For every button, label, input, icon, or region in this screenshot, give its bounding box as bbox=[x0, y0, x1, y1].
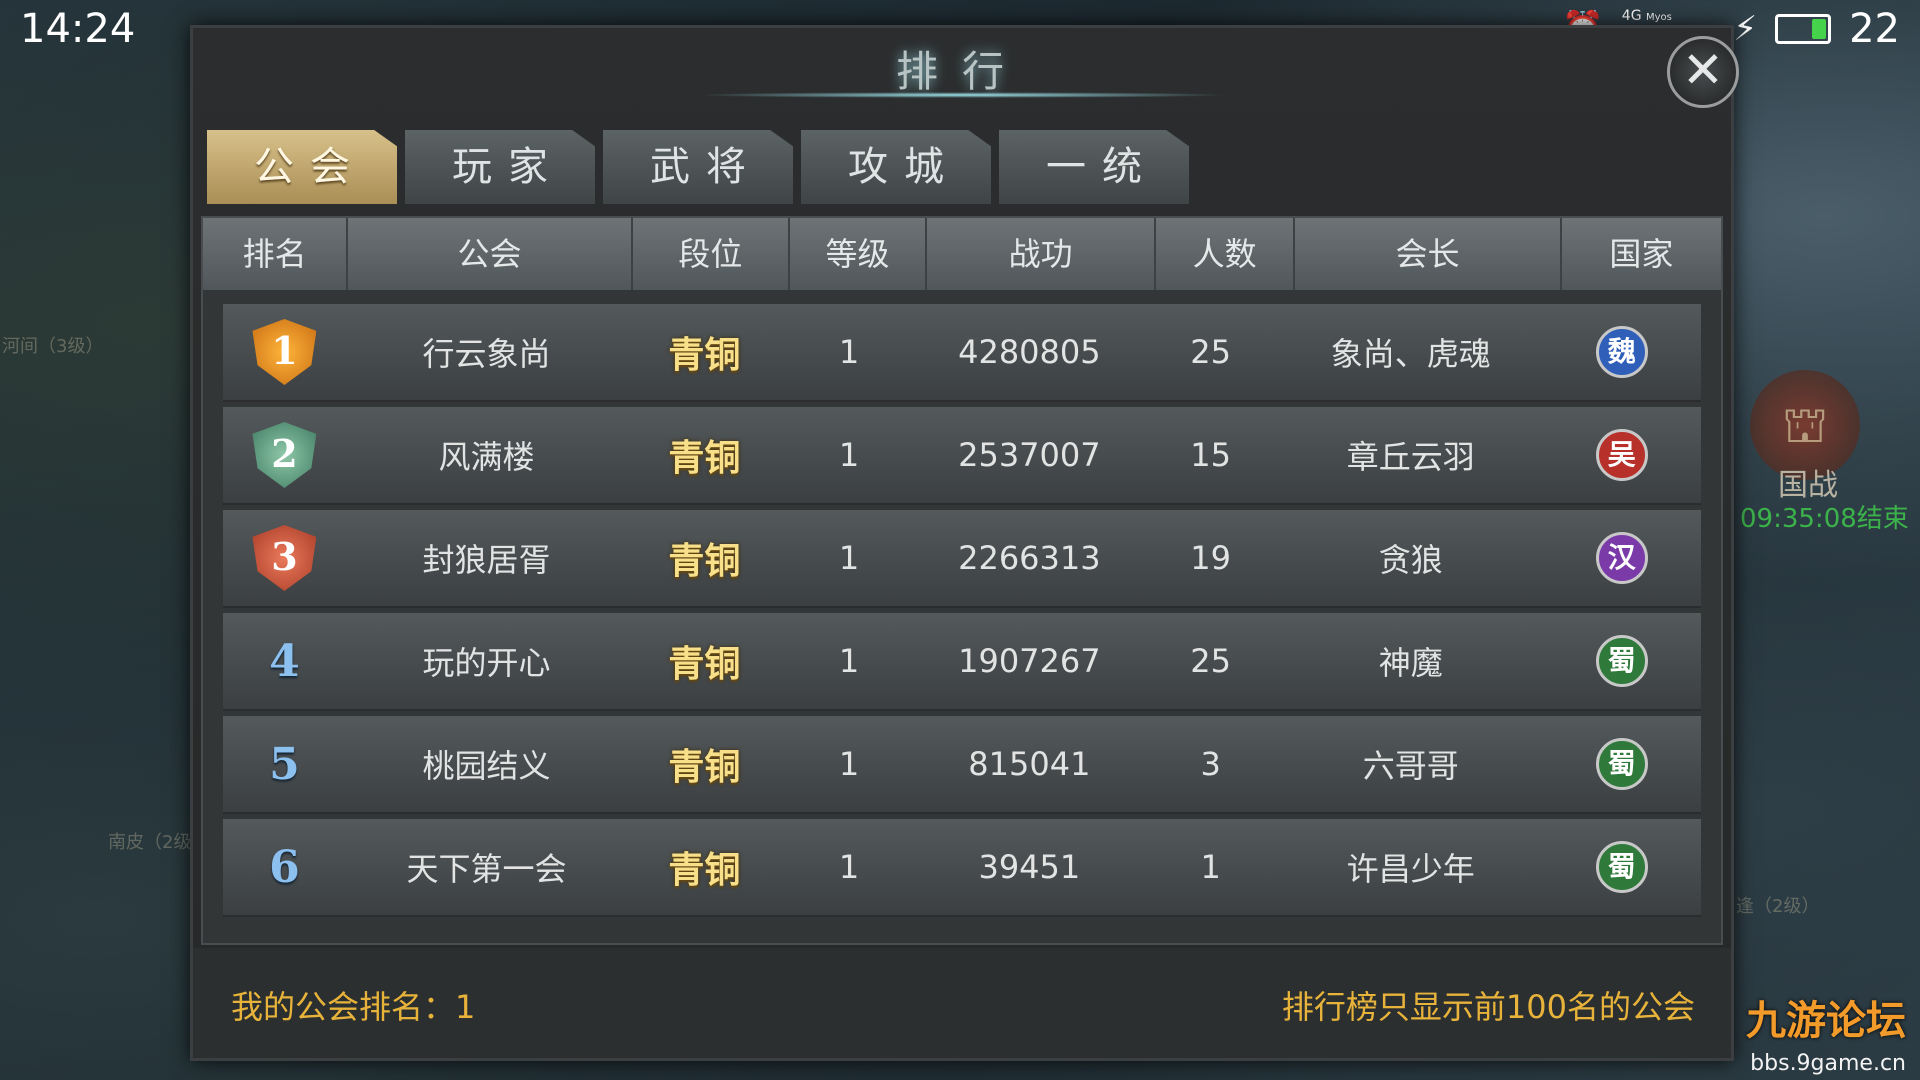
close-button[interactable]: ✕ bbox=[1667, 36, 1739, 108]
guild-merit: 815041 bbox=[968, 745, 1091, 783]
header-level: 等级 bbox=[790, 218, 928, 290]
header-merit: 战功 bbox=[927, 218, 1156, 290]
guild-leader: 贪狼 bbox=[1378, 541, 1443, 579]
ranking-panel: 排行 ✕ 公会 玩家 武将 攻城 一统 排名 公会 段位 等级 战功 人数 会长… bbox=[190, 25, 1739, 1061]
guild-tier: 青铜 bbox=[668, 850, 741, 891]
ranking-tabs: 公会 玩家 武将 攻城 一统 bbox=[207, 130, 1189, 204]
guild-merit: 2266313 bbox=[958, 539, 1101, 577]
watermark-url: bbs.9game.cn bbox=[1750, 1051, 1906, 1076]
battery-icon bbox=[1775, 14, 1832, 44]
guild-leader: 神魔 bbox=[1378, 644, 1443, 682]
header-leader: 会长 bbox=[1295, 218, 1562, 290]
tab-guild[interactable]: 公会 bbox=[207, 130, 397, 204]
guild-members: 25 bbox=[1190, 642, 1231, 680]
guild-name: 玩的开心 bbox=[422, 644, 551, 682]
tab-general[interactable]: 武将 bbox=[603, 130, 793, 204]
close-icon: ✕ bbox=[1682, 41, 1724, 99]
ranking-note: 排行榜只显示前100名的公会 bbox=[1281, 988, 1695, 1026]
guild-tier: 青铜 bbox=[668, 747, 741, 788]
lightning-icon: ⚡ bbox=[1733, 9, 1758, 49]
table-row[interactable]: 4 玩的开心 青铜 1 1907267 25 神魔 蜀 bbox=[223, 613, 1701, 711]
table-rows: 1 行云象尚 青铜 1 4280805 25 象尚、虎魂 魏 2 风满楼 青铜 … bbox=[223, 304, 1701, 922]
table-row[interactable]: 1 行云象尚 青铜 1 4280805 25 象尚、虎魂 魏 bbox=[223, 304, 1701, 402]
panel-footer: 我的公会排名：1 排行榜只显示前100名的公会 bbox=[193, 948, 1731, 1058]
tab-siege[interactable]: 攻城 bbox=[801, 130, 991, 204]
rank-number: 5 bbox=[269, 738, 300, 790]
guild-name: 桃园结义 bbox=[422, 747, 551, 785]
bronze-medal-icon: 3 bbox=[252, 525, 317, 591]
country-badge: 蜀 bbox=[1595, 841, 1648, 893]
status-time: 14:24 bbox=[20, 6, 136, 52]
watermark-logo: 九游论坛 bbox=[1746, 998, 1906, 1044]
guild-level: 1 bbox=[838, 848, 860, 886]
guild-tier: 青铜 bbox=[668, 335, 741, 376]
guild-name: 封狼居胥 bbox=[422, 541, 551, 579]
title-glow bbox=[693, 92, 1231, 98]
rank-number: 6 bbox=[269, 841, 300, 893]
table-row[interactable]: 2 风满楼 青铜 1 2537007 15 章丘云羽 吴 bbox=[223, 407, 1701, 505]
tab-player[interactable]: 玩家 bbox=[405, 130, 595, 204]
header-tier: 段位 bbox=[633, 218, 790, 290]
guild-level: 1 bbox=[838, 539, 860, 577]
ranking-table: 排名 公会 段位 等级 战功 人数 会长 国家 1 行云象尚 青铜 1 4280… bbox=[201, 216, 1723, 945]
guild-merit: 1907267 bbox=[958, 642, 1101, 680]
nation-war-timer: 09:35:08结束 bbox=[1740, 504, 1909, 534]
country-badge: 蜀 bbox=[1595, 635, 1648, 687]
header-rank: 排名 bbox=[203, 218, 349, 290]
guild-members: 1 bbox=[1200, 848, 1221, 886]
guild-tier: 青铜 bbox=[668, 438, 741, 479]
guild-leader: 章丘云羽 bbox=[1346, 438, 1475, 476]
rank-number: 4 bbox=[269, 635, 300, 687]
guild-merit: 4280805 bbox=[958, 333, 1101, 371]
guild-name: 天下第一会 bbox=[406, 850, 567, 888]
header-guild: 公会 bbox=[348, 218, 633, 290]
guild-level: 1 bbox=[838, 436, 860, 474]
guild-level: 1 bbox=[838, 642, 860, 680]
header-country: 国家 bbox=[1609, 235, 1674, 273]
battery-level: 22 bbox=[1849, 6, 1900, 52]
guild-members: 25 bbox=[1190, 333, 1231, 371]
country-badge: 汉 bbox=[1595, 532, 1648, 584]
table-row[interactable]: 5 桃园结义 青铜 1 815041 3 六哥哥 蜀 bbox=[223, 716, 1701, 814]
panel-title: 排行 bbox=[895, 47, 1028, 96]
guild-merit: 39451 bbox=[978, 848, 1081, 886]
my-guild-rank: 我的公会排名：1 bbox=[231, 988, 476, 1026]
guild-level: 1 bbox=[838, 333, 860, 371]
map-city-label: 逢（2级） bbox=[1736, 896, 1820, 917]
guild-merit: 2537007 bbox=[958, 436, 1101, 474]
guild-leader: 六哥哥 bbox=[1362, 747, 1459, 785]
country-badge: 蜀 bbox=[1595, 738, 1648, 790]
table-row[interactable]: 3 封狼居胥 青铜 1 2266313 19 贪狼 汉 bbox=[223, 510, 1701, 608]
guild-members: 15 bbox=[1190, 436, 1231, 474]
guild-name: 风满楼 bbox=[438, 438, 535, 476]
country-badge: 魏 bbox=[1595, 326, 1648, 378]
silver-medal-icon: 2 bbox=[252, 422, 317, 488]
table-header: 排名 公会 段位 等级 战功 人数 会长 国家 bbox=[203, 218, 1721, 290]
tab-unify[interactable]: 一统 bbox=[999, 130, 1189, 204]
map-city-label: 河间（3级） bbox=[2, 336, 104, 357]
guild-tier: 青铜 bbox=[668, 541, 741, 582]
header-members: 人数 bbox=[1156, 218, 1296, 290]
country-badge: 吴 bbox=[1595, 429, 1648, 481]
guild-tier: 青铜 bbox=[668, 644, 741, 685]
guild-leader: 象尚、虎魂 bbox=[1330, 335, 1491, 373]
gold-medal-icon: 1 bbox=[252, 319, 317, 385]
guild-members: 19 bbox=[1190, 539, 1231, 577]
guild-level: 1 bbox=[838, 745, 860, 783]
guild-name: 行云象尚 bbox=[422, 335, 551, 373]
table-row[interactable]: 6 天下第一会 青铜 1 39451 1 许昌少年 蜀 bbox=[223, 819, 1701, 917]
guild-members: 3 bbox=[1200, 745, 1221, 783]
guild-leader: 许昌少年 bbox=[1346, 850, 1475, 888]
